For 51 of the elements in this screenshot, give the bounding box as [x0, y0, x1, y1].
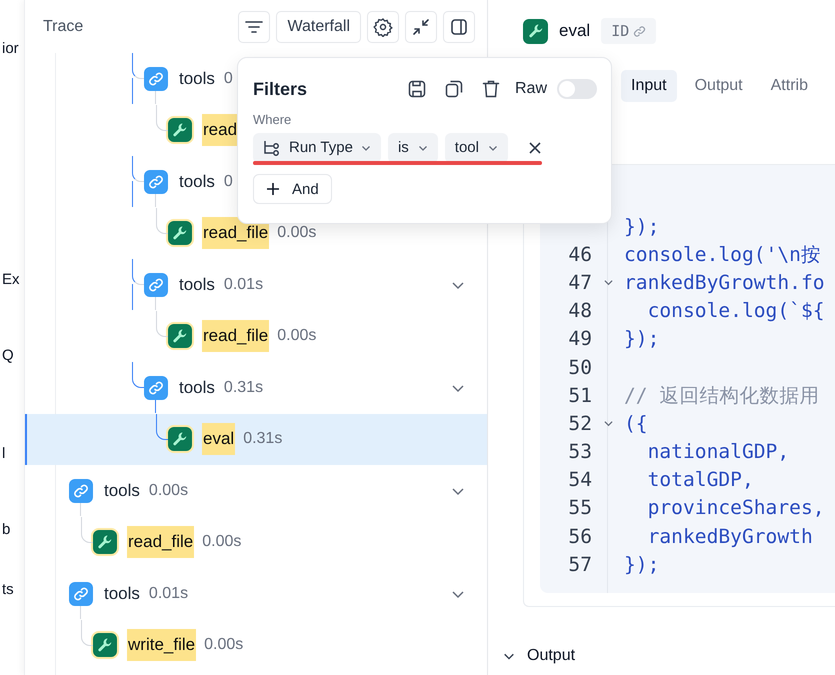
run-duration: 0.01s: [224, 276, 264, 294]
line-number: 53: [567, 440, 592, 464]
panel-title: Trace: [43, 18, 84, 36]
line-number: 56: [567, 524, 592, 548]
code-line: nationalGDP,: [646, 440, 790, 464]
run-name: tools: [103, 582, 141, 605]
code-line: });: [624, 214, 660, 238]
run-name: eval: [202, 423, 236, 456]
raw-label: Raw: [514, 80, 547, 98]
run-duration: 0.00s: [148, 482, 188, 500]
code-line: // 返回结构化数据用: [624, 382, 820, 409]
run-duration: 0.31s: [243, 430, 282, 448]
code-line: rankedByGrowth.fo: [624, 270, 825, 294]
run-name: read: [202, 114, 238, 146]
run-duration: 0.31s: [224, 378, 264, 397]
code-line: console.log('\n按: [624, 242, 821, 268]
run-name: tools: [178, 170, 216, 193]
run-duration: 0.01s: [148, 584, 188, 603]
line-number: 46: [567, 242, 592, 266]
run-duration: 0.00s: [277, 327, 316, 346]
line-number: 49: [567, 327, 592, 350]
where-label: Where: [253, 112, 292, 127]
run-duration: 0.00s: [204, 636, 244, 654]
code-line: ({: [624, 412, 648, 435]
line-number: 55: [567, 496, 592, 520]
run-name: tools: [178, 68, 216, 90]
run-title: eval: [559, 21, 590, 41]
run-name: write_file: [127, 629, 196, 662]
line-number: 52: [567, 412, 592, 435]
code-line: });: [624, 552, 660, 576]
line-number: 57: [567, 552, 592, 576]
run-duration: 0.00s: [277, 224, 316, 242]
run-duration: 0: [224, 172, 233, 191]
run-name: tools: [178, 376, 216, 399]
run-name: read_file: [127, 526, 194, 558]
run-duration: 0: [224, 70, 233, 88]
code-line: console.log(`${: [646, 299, 825, 322]
run-name: read_file: [202, 320, 270, 352]
line-number: 50: [567, 356, 592, 379]
code-line: rankedByGrowth: [646, 524, 813, 548]
code-line: });: [624, 327, 660, 350]
line-number: 48: [567, 299, 592, 322]
line-number: 54: [567, 468, 592, 492]
line-number: 51: [567, 384, 592, 407]
line-number: 47: [567, 270, 592, 294]
run-duration: 0.00s: [202, 533, 242, 552]
run-name: tools: [178, 274, 216, 296]
run-name: tools: [103, 480, 141, 502]
code-line: totalGDP,: [646, 468, 754, 492]
popover-title: Filters: [253, 78, 308, 100]
code-line: provinceShares,: [646, 496, 825, 520]
